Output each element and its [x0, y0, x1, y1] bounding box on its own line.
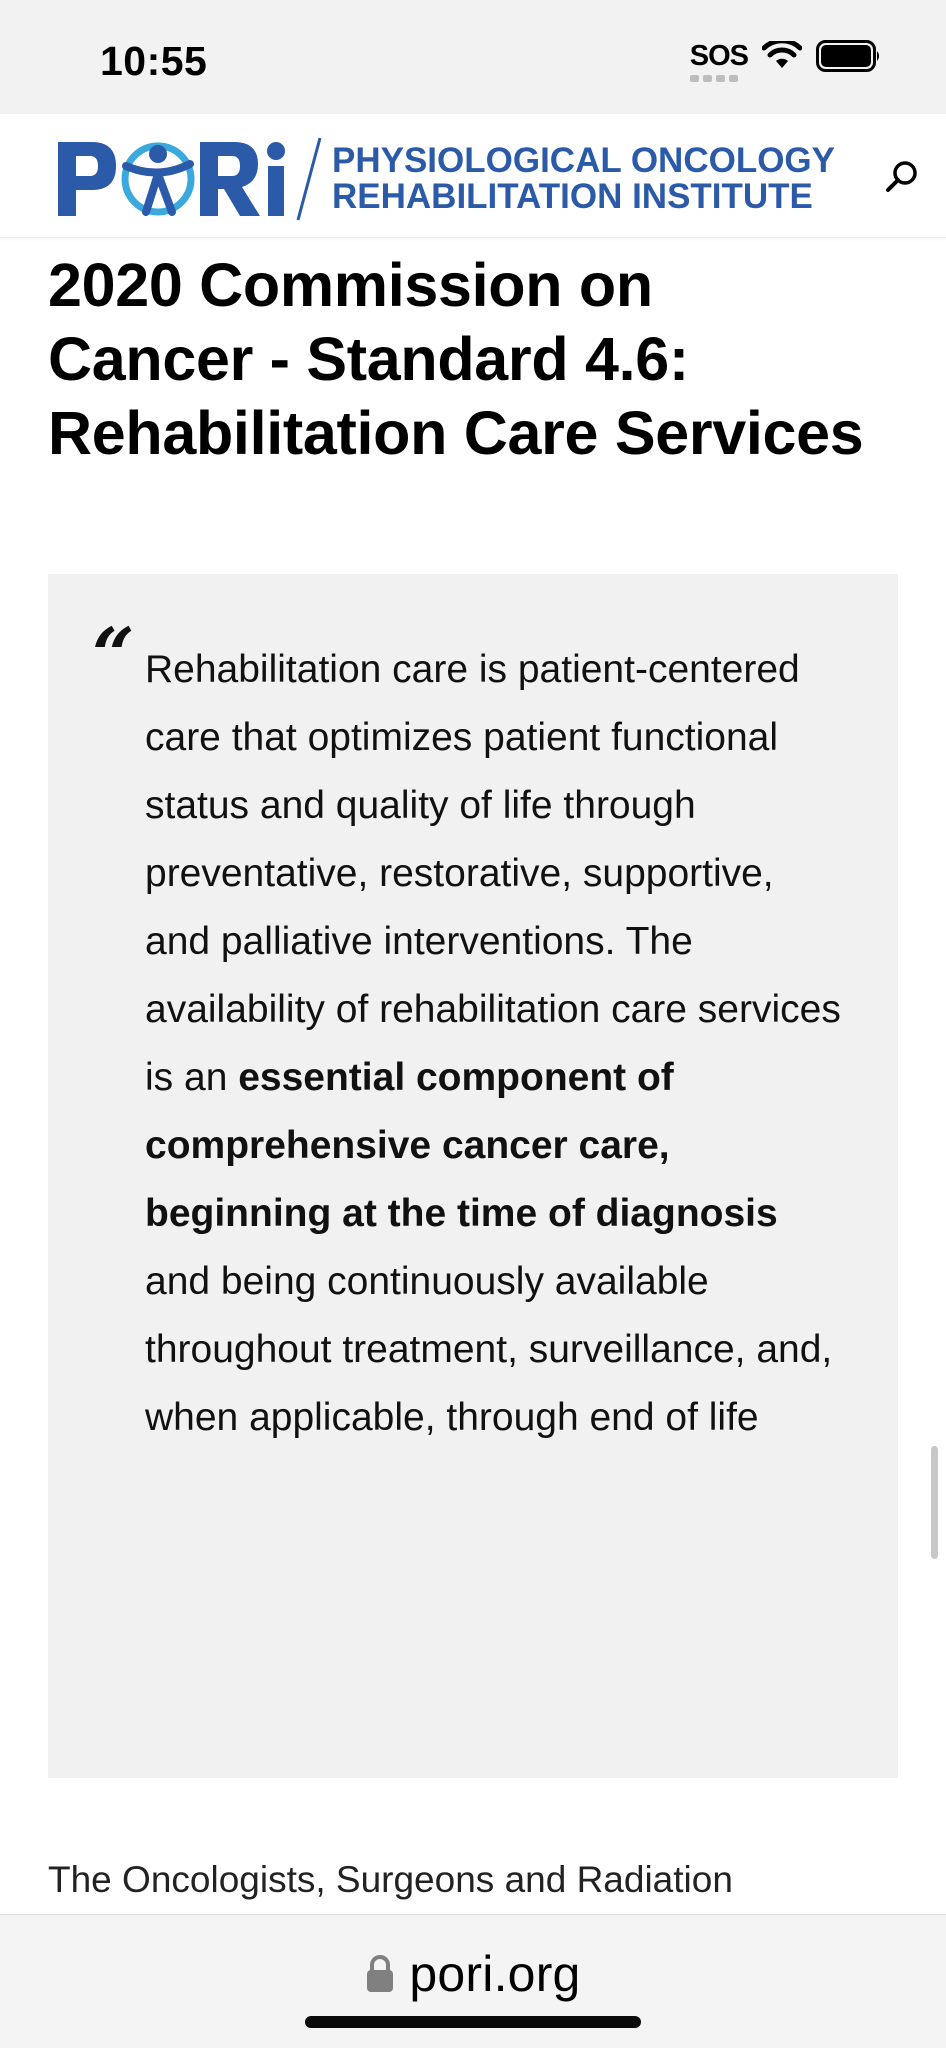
lock-icon: [367, 1955, 394, 1992]
url-text: pori.org: [409, 1946, 581, 2002]
pori-logo-mark: [58, 142, 285, 216]
page-title: 2020 Commission on Cancer - Standard 4.6…: [48, 251, 864, 467]
quote-text-end: and being continuously available through…: [145, 1260, 833, 1439]
logo-text-line1: PHYSIOLOGICAL ONCOLOGY: [332, 141, 836, 180]
status-bar: 10:55 SOS: [0, 0, 946, 114]
search-icon: [886, 161, 917, 192]
status-icons: SOS: [689, 40, 882, 82]
quote-text: Rehabilitation care is patient-centered …: [145, 636, 845, 1452]
home-indicator[interactable]: [305, 2016, 641, 2028]
blockquote: “ Rehabilitation care is patient-centere…: [48, 574, 898, 1778]
pori-logo[interactable]: PHYSIOLOGICAL ONCOLOGY REHABILITATION IN…: [54, 134, 835, 224]
scrollbar[interactable]: [931, 1446, 938, 1559]
browser-url-bar[interactable]: pori.org: [0, 1914, 946, 2048]
search-button[interactable]: [880, 154, 924, 198]
status-time: 10:55: [100, 38, 208, 84]
logo-divider-slash: [296, 137, 322, 221]
sos-label: SOS: [689, 40, 749, 72]
logo-text: PHYSIOLOGICAL ONCOLOGY REHABILITATION IN…: [332, 143, 835, 215]
quote-text-emphasis: essential component of comprehensive can…: [145, 1056, 778, 1235]
quote-mark-icon: “: [92, 613, 135, 699]
body-paragraph: The Oncologists, Surgeons and Radiation: [48, 1859, 733, 1900]
battery-icon: [816, 40, 879, 72]
site-header: PHYSIOLOGICAL ONCOLOGY REHABILITATION IN…: [0, 114, 946, 238]
wifi-icon: [762, 41, 802, 68]
sos-indicator: SOS: [689, 40, 749, 82]
quote-text-start: Rehabilitation care is patient-centered …: [145, 648, 841, 1099]
sos-signal-dots: [689, 75, 738, 82]
url-display[interactable]: pori.org: [0, 1945, 946, 2003]
logo-text-line2: REHABILITATION INSTITUTE: [332, 177, 813, 216]
